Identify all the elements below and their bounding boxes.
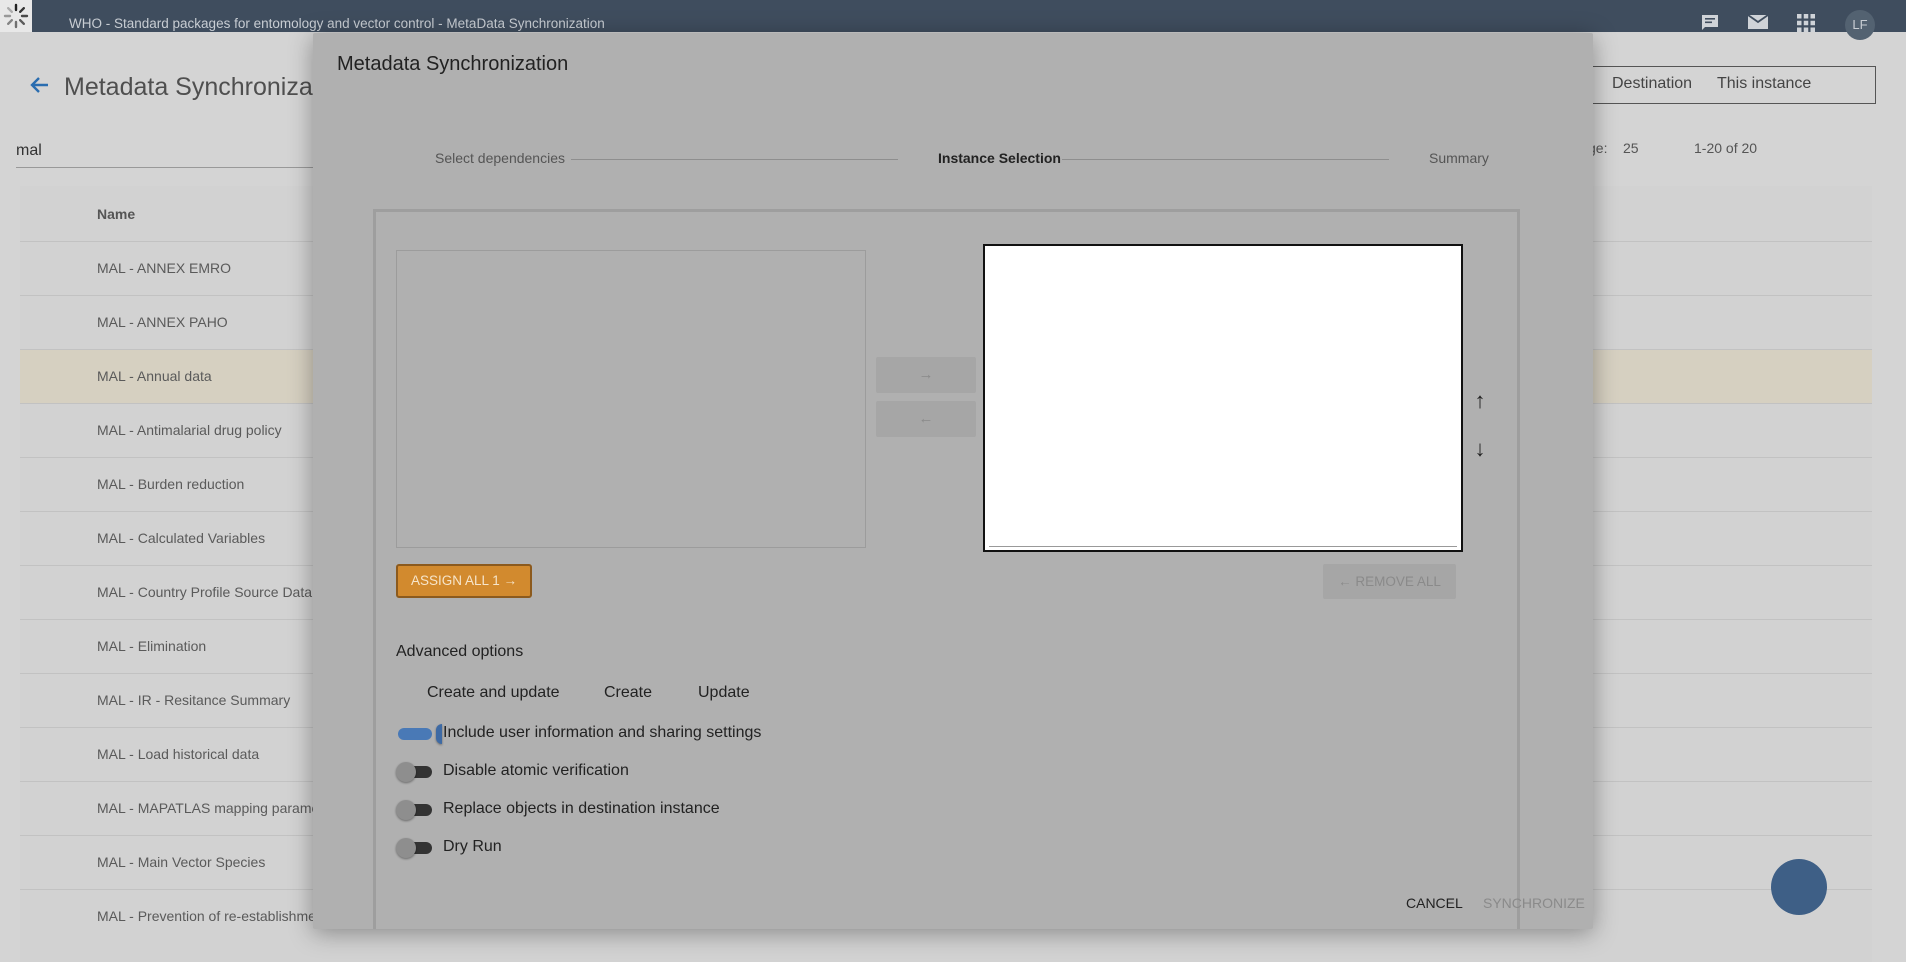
unassign-selected-button[interactable]: ← (876, 401, 976, 437)
row-name: MAL - IR - Resitance Summary (97, 692, 291, 708)
loading-spinner-icon (0, 0, 32, 32)
remove-all-button[interactable]: ← REMOVE ALL (1323, 564, 1456, 599)
row-name: MAL - ANNEX PAHO (97, 314, 228, 330)
sync-dialog: Metadata Synchronization Select dependen… (313, 33, 1593, 929)
strategy-create[interactable]: Create (604, 684, 652, 702)
stepper-connector (1062, 159, 1389, 160)
pagination-range: 1-20 of 20 (1694, 140, 1758, 156)
segment-destination[interactable]: Destination (1612, 75, 1692, 93)
floating-action-button[interactable] (1771, 859, 1827, 915)
step-instance-selection[interactable]: Instance Selection (938, 150, 1061, 166)
disable-atomic-toggle[interactable] (396, 762, 432, 782)
advanced-options-title: Advanced options (396, 643, 524, 660)
replace-objects-toggle[interactable] (396, 800, 432, 820)
instance-segment-group: Destination This instance (1590, 66, 1876, 104)
strategy-create-and-update[interactable]: Create and update (427, 684, 560, 702)
selected-instances-list[interactable] (983, 244, 1463, 552)
include-user-info-toggle[interactable] (396, 724, 442, 744)
row-name: MAL - Prevention of re-establishme (97, 908, 316, 924)
replace-objects-label: Replace objects in destination instance (443, 800, 720, 817)
search-input[interactable]: mal (16, 142, 316, 168)
user-avatar[interactable]: LF (1845, 10, 1875, 40)
row-name: MAL - Country Profile Source Data (97, 584, 313, 600)
app-title: WHO - Standard packages for entomology a… (69, 16, 605, 31)
synchronize-button[interactable]: SYNCHRONIZE (1483, 895, 1585, 911)
row-name: MAL - Burden reduction (97, 476, 245, 492)
move-up-icon[interactable]: ↑ (1468, 389, 1492, 413)
include-user-info-label: Include user information and sharing set… (443, 724, 762, 741)
strategy-update[interactable]: Update (698, 684, 750, 702)
segment-this-instance[interactable]: This instance (1717, 75, 1811, 93)
apps-grid-icon[interactable] (1794, 13, 1818, 37)
page-title: Metadata Synchronization (64, 73, 354, 101)
dry-run-toggle[interactable] (396, 838, 432, 858)
rows-per-page-select[interactable]: 25 (1623, 140, 1639, 156)
row-name: MAL - Load historical data (97, 746, 260, 762)
row-name: MAL - Calculated Variables (97, 530, 266, 546)
back-arrow-icon[interactable] (28, 74, 50, 101)
row-name: MAL - Main Vector Species (97, 854, 266, 870)
dialog-title: Metadata Synchronization (337, 53, 569, 75)
mail-icon[interactable] (1746, 13, 1770, 37)
messages-icon[interactable] (1698, 13, 1722, 37)
row-name: MAL - Elimination (97, 638, 207, 654)
disable-atomic-label: Disable atomic verification (443, 762, 629, 779)
assign-selected-button[interactable]: → (876, 357, 976, 393)
row-name: MAL - Antimalarial drug policy (97, 422, 282, 438)
column-header-name[interactable]: Name (97, 206, 135, 222)
list-scrollbar (989, 546, 1457, 547)
row-name: MAL - Annual data (97, 368, 212, 384)
move-down-icon[interactable]: ↓ (1468, 437, 1492, 461)
step-summary[interactable]: Summary (1429, 150, 1489, 166)
cancel-button[interactable]: CANCEL (1406, 895, 1463, 911)
stepper-connector (571, 159, 898, 160)
available-instances-list[interactable] (396, 250, 866, 548)
row-name: MAL - MAPATLAS mapping parame (97, 800, 320, 816)
assign-all-button[interactable]: ASSIGN ALL 1 → (396, 564, 532, 598)
row-name: MAL - ANNEX EMRO (97, 260, 232, 276)
step-select-dependencies[interactable]: Select dependencies (435, 150, 565, 166)
dry-run-label: Dry Run (443, 838, 502, 855)
app-header: WHO - Standard packages for entomology a… (0, 0, 1906, 40)
